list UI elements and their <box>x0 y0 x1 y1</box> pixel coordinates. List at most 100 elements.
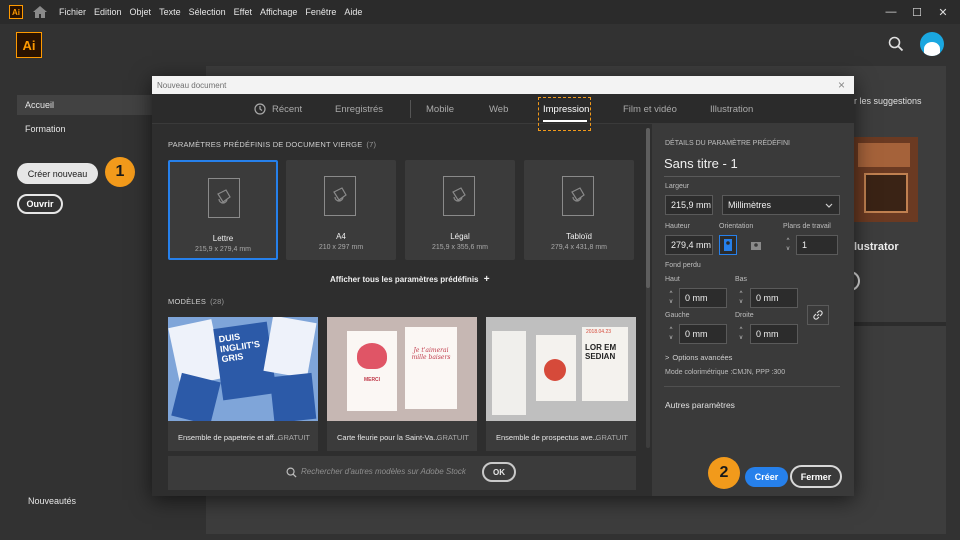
preset-name: Légal <box>450 232 470 241</box>
bleed-top-stepper[interactable]: ^ v <box>666 288 676 308</box>
search-icon[interactable] <box>888 36 904 52</box>
height-input[interactable]: 279,4 mm <box>665 235 713 255</box>
tab-web[interactable]: Web <box>489 94 508 124</box>
name-underline <box>664 176 840 177</box>
menu-objet[interactable]: Objet <box>130 7 152 17</box>
menu-edition[interactable]: Edition <box>94 7 122 17</box>
show-all-label: Afficher tous les paramètres prédéfinis <box>330 275 479 284</box>
close-button[interactable]: Fermer <box>790 465 842 488</box>
color-mode-text: Mode colorimétrique :CMJN, PPP :300 <box>665 369 786 376</box>
open-button[interactable]: Ouvrir <box>17 194 63 214</box>
maximize-icon[interactable]: ☐ <box>904 0 930 24</box>
bleed-right-label: Droite <box>735 312 754 319</box>
orientation-label: Orientation <box>719 223 754 230</box>
bleed-bottom-stepper[interactable]: ^ v <box>736 288 746 308</box>
preset-legal[interactable]: Légal 215,9 x 355,6 mm <box>405 160 515 260</box>
template-card-carte-fleurie[interactable]: MERCI Je t'aimerai mille baisers Carte f… <box>327 317 477 451</box>
more-settings-button[interactable]: Autres paramètres <box>665 400 735 410</box>
tab-film-video[interactable]: Film et vidéo <box>623 94 677 124</box>
stock-search-input[interactable]: Rechercher d'autres modèles sur Adobe St… <box>301 467 466 476</box>
stock-ok-button[interactable]: OK <box>482 462 516 482</box>
dialog-close-icon[interactable]: × <box>838 78 845 92</box>
suggestion-card-title: lustrator <box>854 241 899 253</box>
scrollbar[interactable] <box>646 128 650 448</box>
artboards-input[interactable]: 1 <box>796 235 838 255</box>
width-input[interactable]: 215,9 mm <box>665 195 713 215</box>
bleed-left-input[interactable]: 0 mm <box>679 324 727 344</box>
preset-size: 215,9 x 279,4 mm <box>194 246 252 253</box>
app-logo: Ai <box>16 32 42 58</box>
preset-a4[interactable]: A4 210 x 297 mm <box>286 160 396 260</box>
app-logo-small: Ai <box>9 5 23 19</box>
tab-recent[interactable]: Récent <box>272 94 302 124</box>
active-tab-underline <box>543 120 587 122</box>
divider <box>854 322 946 326</box>
preset-tabloid[interactable]: Tabloïd 279,4 x 431,8 mm <box>524 160 634 260</box>
tab-separator <box>410 100 411 118</box>
artboards-label: Plans de travail <box>783 223 831 230</box>
divider <box>664 386 840 387</box>
tab-illustration[interactable]: Illustration <box>710 94 753 124</box>
bleed-right-stepper[interactable]: ^ v <box>736 324 746 344</box>
menu-fenetre[interactable]: Fenêtre <box>305 7 336 17</box>
create-new-button[interactable]: Créer nouveau <box>17 163 98 184</box>
menu-selection[interactable]: Sélection <box>189 7 226 17</box>
step-badge-2: 2 <box>708 457 740 489</box>
portrait-orientation-button[interactable] <box>719 235 737 255</box>
tab-enregistres[interactable]: Enregistrés <box>335 94 383 124</box>
height-label: Hauteur <box>665 223 690 230</box>
bleed-left-stepper[interactable]: ^ v <box>666 324 676 344</box>
avatar[interactable] <box>920 32 944 56</box>
sidebar-item-formation[interactable]: Formation <box>17 119 153 139</box>
suggestions-text: r les suggestions <box>854 96 922 106</box>
menu-effet[interactable]: Effet <box>234 7 252 17</box>
portrait-icon <box>724 239 732 251</box>
preset-size: 279,4 x 431,8 mm <box>550 244 608 251</box>
bleed-top-input[interactable]: 0 mm <box>679 288 727 308</box>
bleed-bottom-input[interactable]: 0 mm <box>750 288 798 308</box>
minimize-icon[interactable]: — <box>878 0 904 24</box>
template-thumbnail: LOR EM SEDIAN 2018.04.23 <box>486 317 636 421</box>
show-all-presets-link[interactable]: Afficher tous les paramètres prédéfinis … <box>330 274 490 285</box>
unit-select[interactable]: Millimètres <box>722 195 840 215</box>
templates-count: (28) <box>210 297 225 306</box>
sidebar-item-accueil[interactable]: Accueil <box>17 95 153 115</box>
template-card-prospectus[interactable]: LOR EM SEDIAN 2018.04.23 Ensemble de pro… <box>486 317 636 451</box>
document-icon <box>562 176 594 216</box>
unit-select-value: Millimètres <box>728 200 772 210</box>
advanced-options-label: Options avancées <box>672 353 733 362</box>
preset-name: Lettre <box>212 234 234 243</box>
chevron-down-icon <box>825 203 833 208</box>
menu-affichage[interactable]: Affichage <box>260 7 297 17</box>
scrollbar-thumb[interactable] <box>646 128 650 288</box>
preset-lettre[interactable]: Lettre 215,9 x 279,4 mm <box>168 160 278 260</box>
template-card-papeterie[interactable]: DUIS INGLIIT'S GRIS Ensemble de papeteri… <box>168 317 318 451</box>
link-bleed-button[interactable] <box>807 305 829 325</box>
sidebar-item-nouveautes[interactable]: Nouveautés <box>20 491 120 511</box>
menu-fichier[interactable]: Fichier <box>59 7 86 17</box>
bleed-right-input[interactable]: 0 mm <box>750 324 798 344</box>
thumb-text: LOR EM SEDIAN <box>582 327 628 401</box>
details-header: DÉTAILS DU PARAMÈTRE PRÉDÉFINI <box>665 140 790 147</box>
menu-texte[interactable]: Texte <box>159 7 181 17</box>
template-thumbnail: DUIS INGLIIT'S GRIS <box>168 317 318 421</box>
home-icon[interactable] <box>31 5 49 19</box>
menu-aide[interactable]: Aide <box>344 7 362 17</box>
template-badge: GRATUIT <box>595 433 628 442</box>
thumb-text: MERCI <box>363 377 381 383</box>
close-window-icon[interactable]: ✕ <box>930 0 956 24</box>
plus-icon: + <box>483 274 490 285</box>
presets-count: (7) <box>366 140 377 149</box>
landscape-orientation-button[interactable] <box>747 235 765 255</box>
bleed-label: Fond perdu <box>665 262 701 269</box>
new-document-dialog: Nouveau document × Récent Enregistrés Mo… <box>152 76 854 496</box>
suggestion-thumbnail <box>854 137 918 222</box>
advanced-options-toggle[interactable]: > Options avancées <box>665 353 732 362</box>
tab-mobile[interactable]: Mobile <box>426 94 454 124</box>
preset-size: 215,9 x 355,6 mm <box>431 244 489 251</box>
artboards-stepper[interactable]: ^ v <box>783 235 793 255</box>
document-name-field[interactable]: Sans titre - 1 <box>664 156 738 171</box>
template-name: Ensemble de papeterie et aff... <box>178 433 281 442</box>
bleed-top-label: Haut <box>665 276 680 283</box>
create-button[interactable]: Créer <box>745 467 788 487</box>
